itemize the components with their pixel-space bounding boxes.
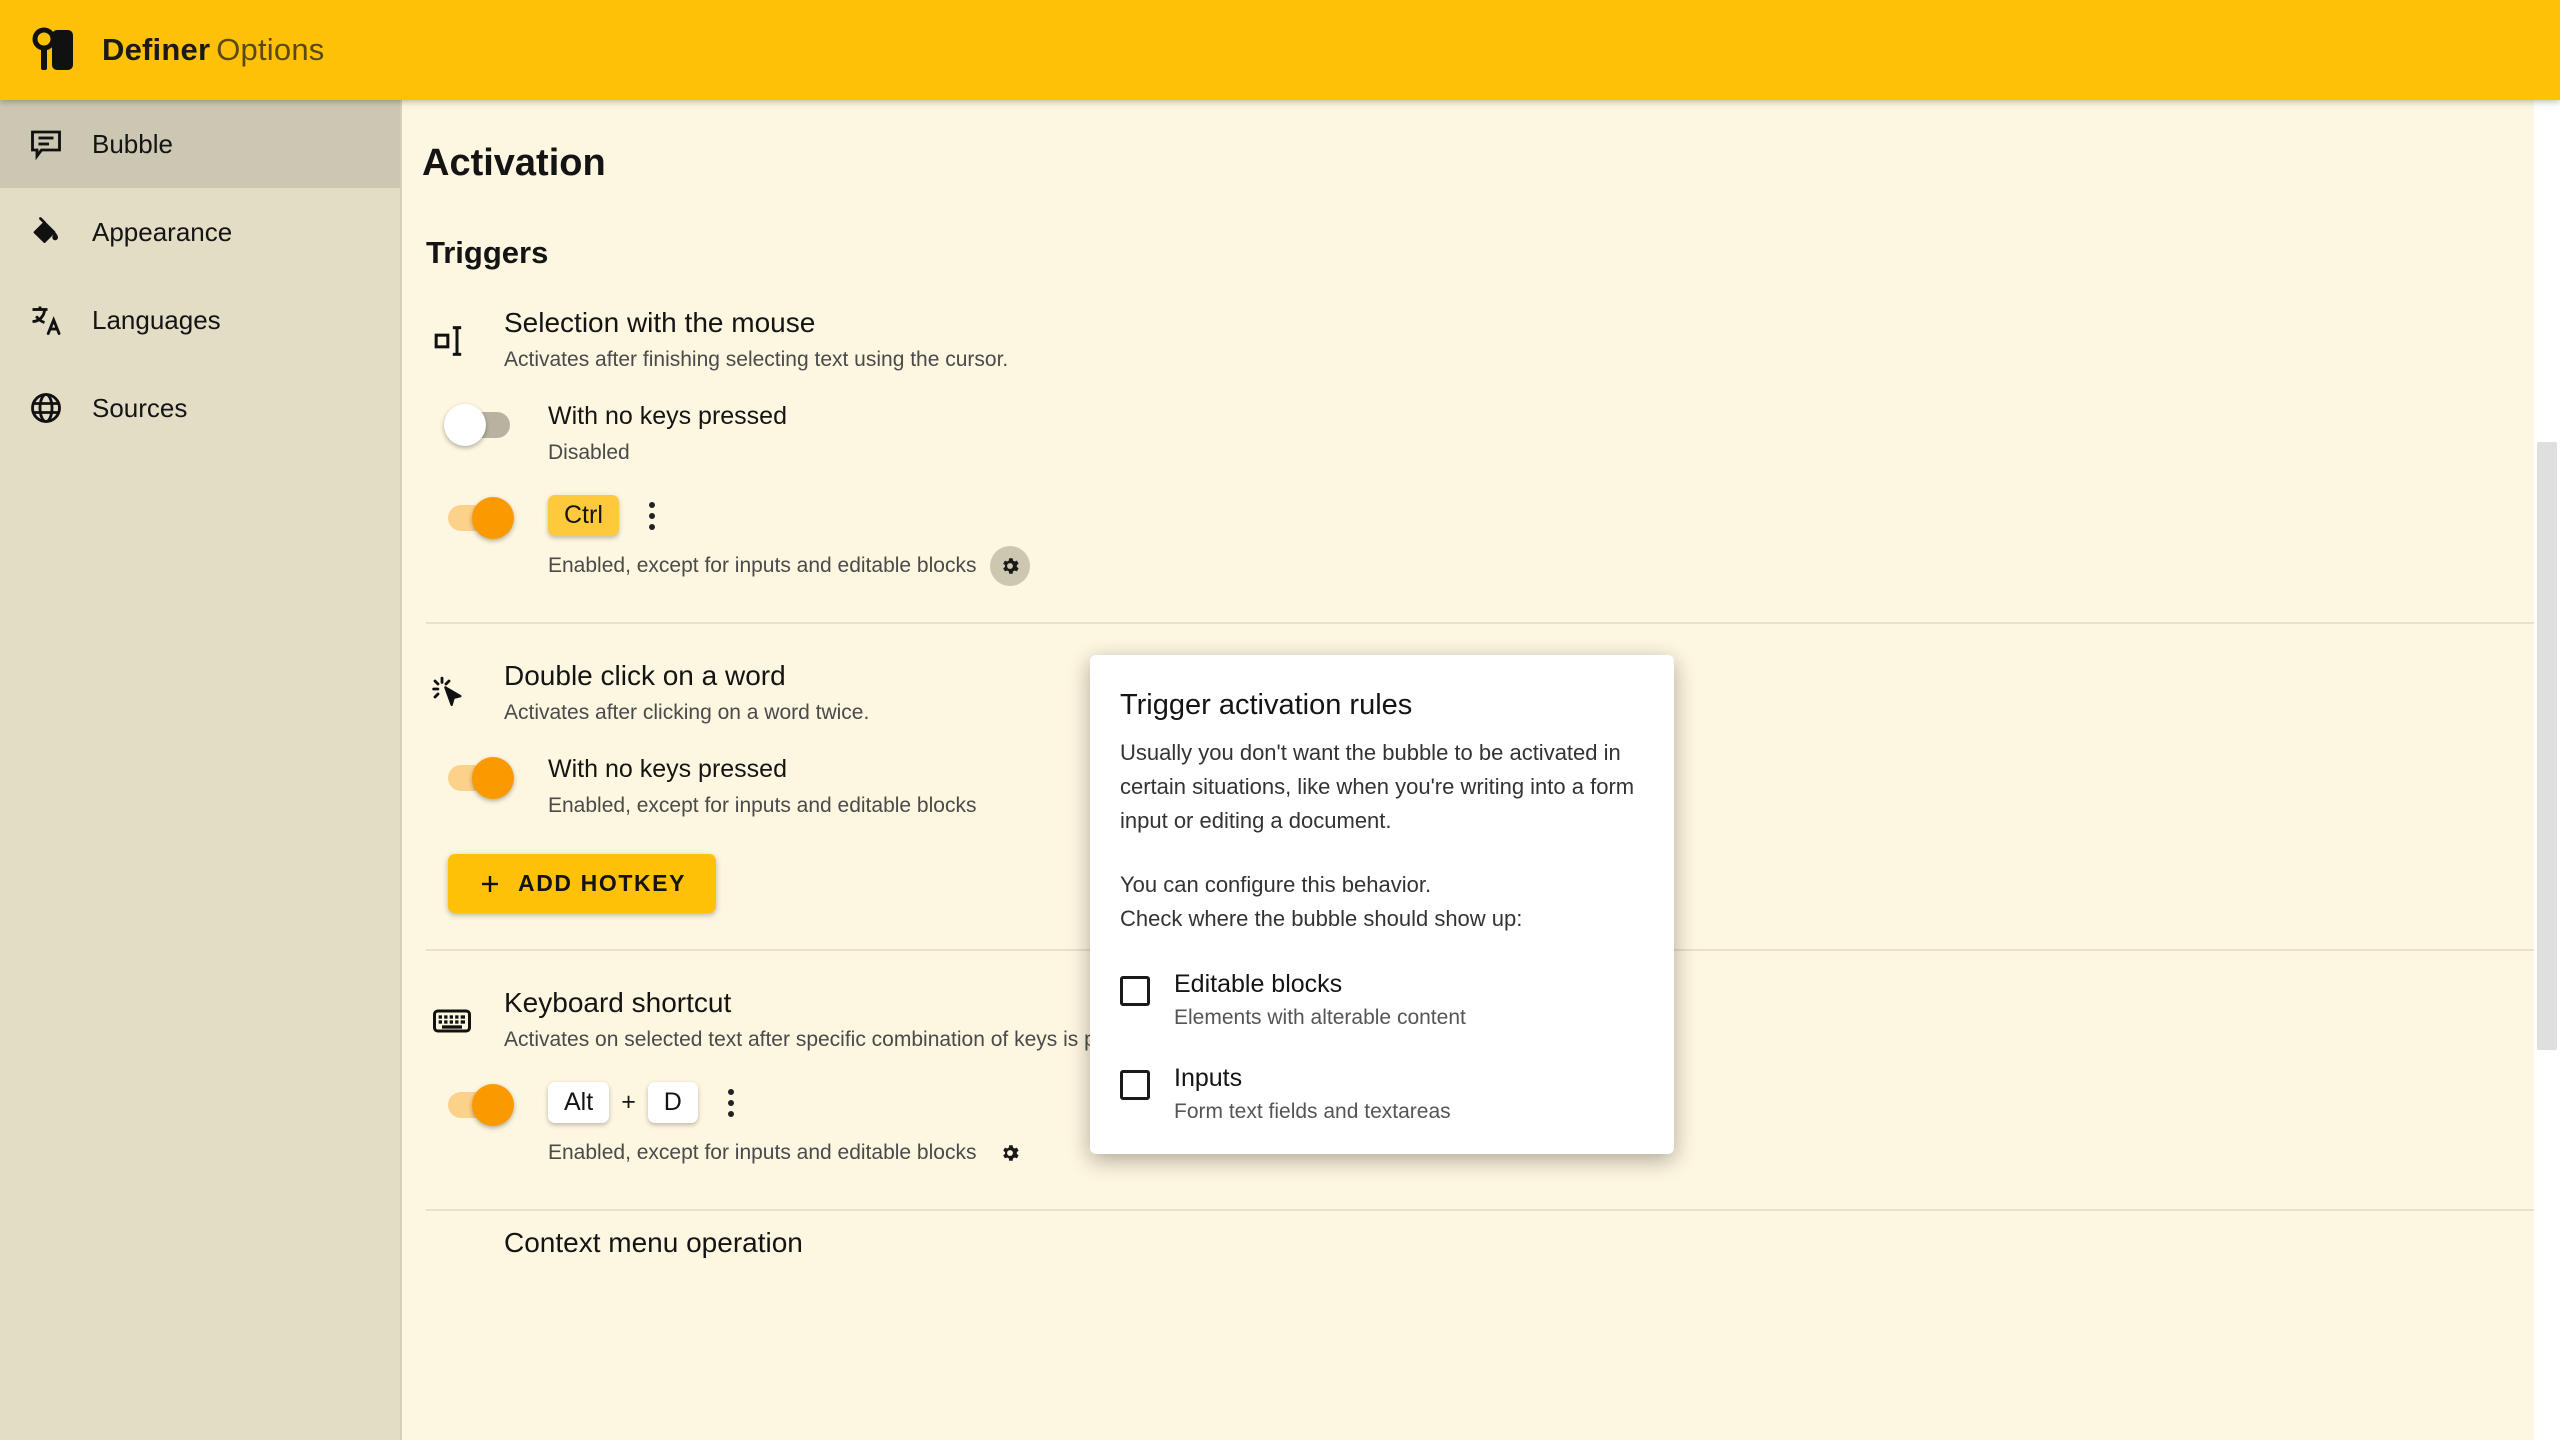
popover-paragraph-2-line-2: Check where the bubble should show up: bbox=[1120, 906, 1523, 932]
trigger-row-status-text: Enabled, except for inputs and editable … bbox=[548, 1141, 977, 1164]
trigger-row-body: Ctrl Enabled, except for inputs and edit… bbox=[548, 495, 2560, 586]
popover-paragraph-2-line-1: You can configure this behavior. bbox=[1120, 872, 1432, 898]
sidebar-item-label: Sources bbox=[92, 392, 188, 423]
scrollbar-thumb[interactable] bbox=[2537, 442, 2557, 1050]
trigger-row-body: With no keys pressed Disabled bbox=[548, 402, 2560, 465]
next-section-title-partial: Context menu operation bbox=[504, 1227, 803, 1258]
add-hotkey-button[interactable]: ADD HOTKEY bbox=[448, 854, 717, 913]
popover-paragraph-1: Usually you don't want the bubble to be … bbox=[1120, 740, 1635, 834]
popover-option-desc: Form text fields and textareas bbox=[1174, 1100, 1451, 1124]
toggle-knob bbox=[472, 497, 514, 539]
toggle-knob bbox=[472, 1084, 514, 1126]
app-header: Definer Options bbox=[0, 0, 2560, 100]
popover-option-desc: Elements with alterable content bbox=[1174, 1006, 1466, 1030]
popover-option-title: Editable blocks bbox=[1174, 970, 1343, 999]
trigger-header: Selection with the mouse Activates after… bbox=[426, 305, 2560, 372]
add-hotkey-label: ADD HOTKEY bbox=[518, 870, 687, 896]
toggle-switch[interactable] bbox=[444, 404, 510, 446]
hotkey-chip-alt[interactable]: Alt bbox=[548, 1082, 610, 1123]
translate-icon bbox=[26, 300, 66, 340]
globe-icon bbox=[26, 388, 66, 428]
definer-logo-icon bbox=[32, 27, 73, 70]
section-title-triggers: Triggers bbox=[426, 235, 549, 270]
trigger-name: Selection with the mouse bbox=[504, 307, 816, 338]
trigger-row: Ctrl Enabled, except for inputs and edit… bbox=[426, 495, 2560, 586]
sidebar-item-label: Bubble bbox=[92, 128, 173, 159]
trigger-name: Double click on a word bbox=[504, 660, 786, 691]
trigger-row-status-text: Disabled bbox=[548, 441, 630, 464]
app-title: Definer Options bbox=[102, 32, 324, 68]
app-subtitle: Options bbox=[216, 32, 325, 67]
hotkey-chip-d[interactable]: D bbox=[647, 1082, 698, 1123]
keyboard-icon bbox=[426, 1001, 478, 1041]
plus-icon bbox=[482, 875, 498, 892]
trigger-row-status: Enabled, except for inputs and editable … bbox=[548, 546, 2560, 586]
page-title: Activation bbox=[422, 142, 606, 184]
trigger-description: Activates after finishing selecting text… bbox=[504, 348, 1009, 371]
toggle-switch[interactable] bbox=[448, 497, 514, 539]
trigger-row-status-text: Enabled, except for inputs and editable … bbox=[548, 794, 977, 817]
sidebar-item-languages[interactable]: Languages bbox=[0, 276, 400, 364]
trigger-selection-with-mouse: Selection with the mouse Activates after… bbox=[426, 271, 2560, 586]
checkbox-inputs[interactable] bbox=[1120, 1070, 1150, 1101]
trigger-row-status: Disabled bbox=[548, 441, 2560, 465]
toggle-switch[interactable] bbox=[448, 1084, 514, 1126]
app-brand: Definer bbox=[102, 32, 211, 67]
gear-icon[interactable] bbox=[990, 1133, 1030, 1173]
text-select-icon bbox=[426, 321, 478, 361]
trigger-row-status-text: Enabled, except for inputs and editable … bbox=[548, 554, 977, 577]
toggle-knob bbox=[472, 757, 514, 799]
trigger-row: With no keys pressed Disabled bbox=[426, 402, 2560, 465]
sidebar: Bubble Appearance Languages Sources bbox=[0, 100, 402, 1440]
trigger-name: Keyboard shortcut bbox=[504, 987, 732, 1018]
trigger-row-label: With no keys pressed bbox=[548, 402, 787, 430]
sidebar-item-bubble[interactable]: Bubble bbox=[0, 100, 400, 188]
checkbox-editable-blocks[interactable] bbox=[1120, 976, 1150, 1007]
popover-option-editable-blocks: Editable blocks Elements with alterable … bbox=[1120, 970, 1644, 1030]
page-scrollbar[interactable] bbox=[2534, 100, 2560, 1440]
options-page: Definer Options Bubble Appearance Langua… bbox=[0, 0, 2560, 1440]
sidebar-item-sources[interactable]: Sources bbox=[0, 364, 400, 452]
paint-bucket-icon bbox=[26, 212, 66, 252]
popover-title: Trigger activation rules bbox=[1120, 689, 1413, 721]
section-divider bbox=[426, 1209, 2560, 1211]
hotkey-chip-ctrl[interactable]: Ctrl bbox=[548, 495, 619, 536]
more-options-icon[interactable] bbox=[645, 498, 659, 534]
hotkey-separator: + bbox=[621, 1088, 636, 1116]
hotkey-chip-row: Ctrl bbox=[548, 495, 2560, 536]
popover-option-title: Inputs bbox=[1174, 1064, 1243, 1093]
double-click-icon bbox=[426, 674, 478, 714]
sidebar-item-label: Languages bbox=[92, 304, 221, 335]
gear-icon[interactable] bbox=[990, 546, 1031, 586]
more-options-icon[interactable] bbox=[724, 1085, 738, 1121]
popover-option-inputs: Inputs Form text fields and textareas bbox=[1120, 1064, 1644, 1124]
trigger-description: Activates after clicking on a word twice… bbox=[504, 701, 870, 724]
toggle-knob bbox=[444, 404, 486, 446]
sidebar-item-appearance[interactable]: Appearance bbox=[0, 188, 400, 276]
trigger-activation-rules-popover: Trigger activation rules Usually you don… bbox=[1090, 655, 1674, 1155]
speech-bubble-icon bbox=[26, 124, 66, 164]
trigger-description: Activates on selected text after specifi… bbox=[504, 1028, 1165, 1051]
sidebar-item-label: Appearance bbox=[92, 216, 233, 247]
toggle-switch[interactable] bbox=[448, 757, 514, 799]
